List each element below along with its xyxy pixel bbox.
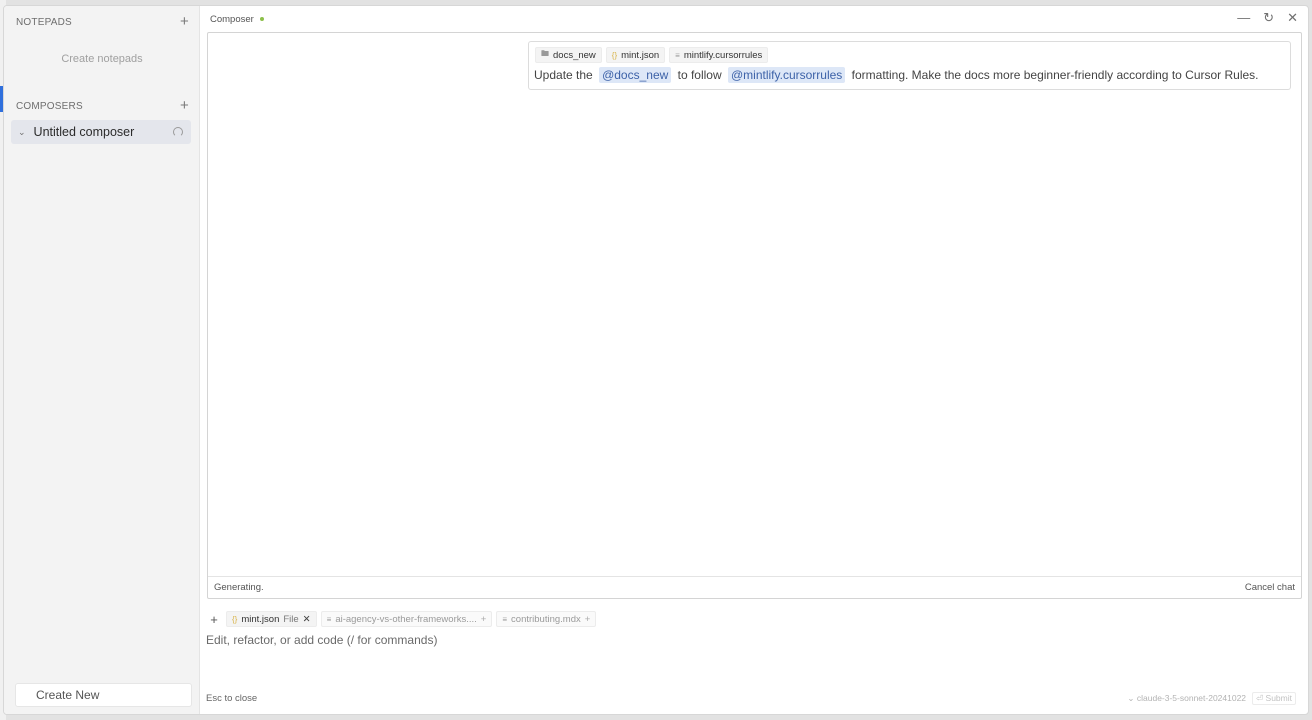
- composer-titlebar: Composer: [200, 6, 1308, 32]
- generation-status-bar: Generating. Cancel chat: [208, 576, 1301, 598]
- message-context-chips: 🖿 docs_new {} mint.json ≡ mintlify.curso…: [535, 47, 769, 63]
- message-text-middle: to follow: [677, 68, 722, 82]
- minimize-icon[interactable]: —: [1237, 11, 1250, 25]
- prompt-input[interactable]: [206, 633, 1296, 647]
- composers-heading: COMPOSERS: [16, 100, 83, 112]
- sidebar: NOTEPADS + Create notepads COMPOSERS + ⌄…: [4, 6, 200, 714]
- chip-mint-json[interactable]: {} mint.json: [605, 47, 666, 63]
- folder-icon: 🖿: [541, 49, 549, 58]
- file-icon: ≡: [675, 50, 680, 60]
- add-chip-icon[interactable]: +: [585, 614, 591, 625]
- context-chip-tag: File: [283, 613, 299, 625]
- notepads-heading: NOTEPADS: [16, 16, 72, 28]
- submit-button[interactable]: ⏎ Submit: [1252, 691, 1296, 705]
- context-chip-label: mint.json: [241, 613, 280, 625]
- composer-title: Composer: [210, 13, 254, 25]
- context-chips-row: + {} mint.json File ✕ ≡ ai-agency-vs-oth…: [206, 611, 597, 627]
- close-icon[interactable]: ✕: [1287, 11, 1298, 25]
- window-controls: — ↻ ✕: [1237, 11, 1298, 25]
- user-message: 🖿 docs_new {} mint.json ≡ mintlify.curso…: [528, 41, 1291, 90]
- chip-label: docs_new: [553, 49, 596, 61]
- composer-window: NOTEPADS + Create notepads COMPOSERS + ⌄…: [3, 5, 1309, 715]
- refresh-icon[interactable]: ↻: [1263, 11, 1274, 25]
- message-text: Update the @docs_new to follow @mintlify…: [534, 67, 1259, 83]
- context-chip-label: ai-agency-vs-other-frameworks....: [335, 613, 477, 625]
- chevron-down-icon[interactable]: ⌄: [18, 127, 26, 138]
- context-chip-contributing[interactable]: ≡ contributing.mdx +: [496, 611, 597, 627]
- cancel-chat-button[interactable]: Cancel chat: [1245, 582, 1295, 593]
- context-chip-ai-agency[interactable]: ≡ ai-agency-vs-other-frameworks.... +: [320, 611, 493, 627]
- create-notepads-link[interactable]: Create notepads: [4, 53, 200, 65]
- loading-spinner-icon: [173, 127, 183, 137]
- status-dot-icon: [259, 17, 264, 21]
- generating-status: Generating.: [214, 582, 264, 593]
- chip-docs-new[interactable]: 🖿 docs_new: [535, 47, 602, 63]
- composer-main: Composer — ↻ ✕ 🖿 docs_new {} mint.json ≡…: [200, 6, 1308, 714]
- composer-item-label: Untitled composer: [33, 125, 135, 139]
- add-context-icon[interactable]: +: [206, 611, 222, 627]
- chip-label: mint.json: [621, 49, 660, 61]
- add-chip-icon[interactable]: +: [481, 614, 487, 625]
- composer-item-untitled[interactable]: ⌄ Untitled composer: [11, 120, 191, 144]
- file-icon: ≡: [502, 614, 508, 624]
- composer-footer: Esc to close ⌄ claude-3-5-sonnet-2024102…: [206, 691, 1296, 705]
- remove-chip-icon[interactable]: ✕: [303, 614, 311, 625]
- composers-header: COMPOSERS +: [16, 98, 189, 114]
- json-file-icon: {}: [232, 614, 238, 624]
- chip-cursorrules[interactable]: ≡ mintlify.cursorrules: [669, 47, 769, 63]
- model-name: claude-3-5-sonnet-20241022: [1136, 692, 1247, 703]
- context-chip-mint-json[interactable]: {} mint.json File ✕: [226, 611, 317, 627]
- mention-cursorrules[interactable]: @mintlify.cursorrules: [728, 67, 846, 83]
- message-text-after: formatting. Make the docs more beginner-…: [851, 68, 1259, 82]
- esc-hint: Esc to close: [206, 692, 258, 704]
- notepads-header: NOTEPADS +: [16, 14, 189, 30]
- add-notepad-icon[interactable]: +: [180, 14, 189, 29]
- chat-panel: 🖿 docs_new {} mint.json ≡ mintlify.curso…: [207, 32, 1302, 599]
- json-file-icon: {}: [611, 50, 618, 60]
- chip-label: mintlify.cursorrules: [683, 49, 763, 61]
- file-icon: ≡: [326, 614, 332, 624]
- context-chip-label: contributing.mdx: [511, 613, 581, 625]
- model-selector[interactable]: ⌄ claude-3-5-sonnet-20241022: [1127, 693, 1246, 704]
- mention-docs-new[interactable]: @docs_new: [599, 67, 672, 83]
- create-new-button[interactable]: Create New: [15, 683, 192, 707]
- message-text-before: Update the: [534, 68, 593, 82]
- add-composer-icon[interactable]: +: [180, 98, 189, 113]
